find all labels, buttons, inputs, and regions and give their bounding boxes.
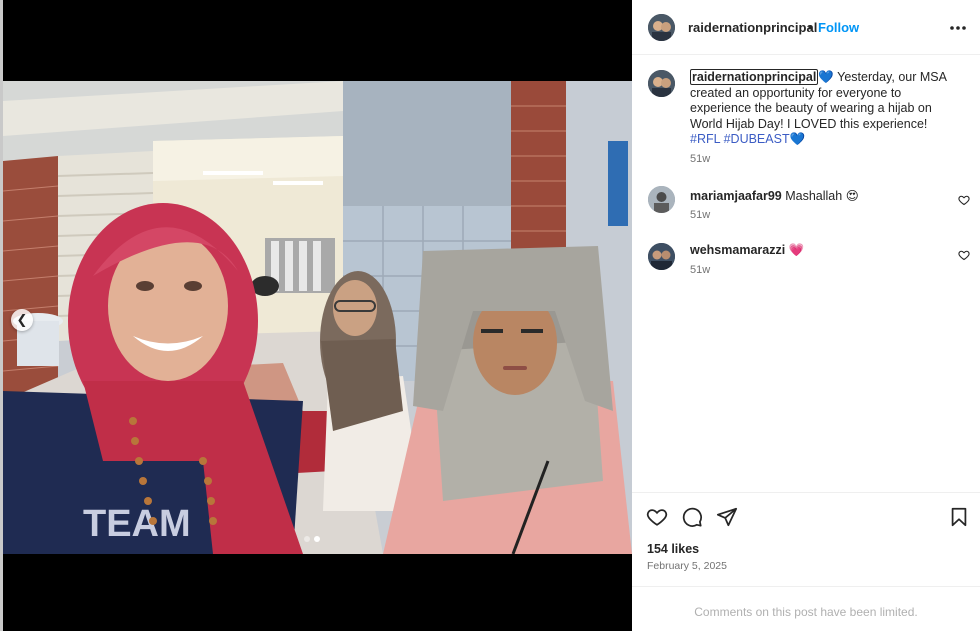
comment-text: wehsmamarazzi 💗 <box>690 243 804 258</box>
comment-bubble-icon[interactable] <box>681 506 703 528</box>
shirt-text: TEAM <box>83 503 191 545</box>
comment-text: mariamjaafar99 Mashallah 😍 <box>690 188 859 203</box>
heart-outline-icon[interactable] <box>958 249 970 261</box>
chevron-left-icon: ❮ <box>16 312 28 327</box>
post-header: raidernationprincipal • Follow <box>632 0 980 55</box>
hashtag-link[interactable]: #DUBEAST <box>724 132 790 146</box>
carousel-dots <box>304 536 320 542</box>
post-photo[interactable]: TEAM <box>3 81 632 554</box>
hashtag-link[interactable]: #RFL <box>690 132 720 146</box>
comment-box: Comments on this post have been limited. <box>632 586 980 631</box>
heart-outline-icon[interactable] <box>958 194 970 206</box>
heart-eyes-emoji: 😍 <box>845 189 859 203</box>
carousel-dot <box>304 536 310 542</box>
comment-timestamp[interactable]: 51w <box>690 209 710 221</box>
likes-count[interactable]: 154 likes <box>647 542 699 556</box>
comments-list: raidernationprincipal 💙 Yesterday, our MS… <box>632 56 980 492</box>
avatar[interactable] <box>648 243 675 270</box>
more-horizontal-icon[interactable] <box>948 18 968 38</box>
carousel-prev-button[interactable]: ❮ <box>11 309 33 331</box>
selfie-illustration: TEAM <box>3 81 632 554</box>
caption-username[interactable]: raidernationprincipal <box>690 69 819 85</box>
post-side-panel: raidernationprincipal • Follow raidernat… <box>632 0 980 631</box>
header-username[interactable]: raidernationprincipal <box>688 20 817 35</box>
post-actions: 154 likes February 5, 2025 Comments on t… <box>632 492 980 631</box>
avatar[interactable] <box>648 186 675 213</box>
comment-username[interactable]: mariamjaafar99 <box>690 189 782 203</box>
carousel-dot-active <box>314 536 320 542</box>
heart-outline-icon[interactable] <box>646 506 668 528</box>
bookmark-icon[interactable] <box>948 506 970 528</box>
post-media-panel: TEAM ❮ <box>0 0 632 631</box>
caption-timestamp[interactable]: 51w <box>690 153 710 165</box>
comments-limited-notice: Comments on this post have been limited. <box>694 605 918 619</box>
avatar[interactable] <box>648 70 675 97</box>
post-caption: raidernationprincipal 💙 Yesterday, our MS… <box>690 69 960 148</box>
post-date[interactable]: February 5, 2025 <box>647 560 727 572</box>
comment-timestamp[interactable]: 51w <box>690 264 710 276</box>
blue-heart-emoji: 💙 <box>789 132 806 146</box>
avatar[interactable] <box>648 14 675 41</box>
header-separator: • <box>808 20 813 35</box>
share-paper-plane-icon[interactable] <box>716 506 738 528</box>
follow-button[interactable]: Follow <box>818 20 859 35</box>
blue-heart-emoji: 💙 <box>818 70 834 84</box>
pink-heart-emoji: 💗 <box>788 243 805 257</box>
comment-body: Mashallah <box>785 189 843 203</box>
comment-username[interactable]: wehsmamarazzi <box>690 243 785 257</box>
